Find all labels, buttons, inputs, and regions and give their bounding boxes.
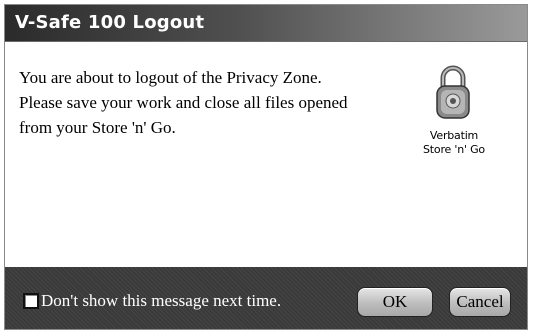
dialog-footer: Don't show this message next time. OK Ca… — [5, 267, 527, 329]
brand-logo: Verbatim Store 'n' Go — [407, 63, 501, 173]
brand-name: Verbatim — [429, 129, 479, 142]
dont-show-checkbox-row[interactable]: Don't show this message next time. — [23, 289, 281, 313]
message-line-3: from your Store 'n' Go. — [19, 118, 176, 137]
dont-show-checkbox[interactable] — [23, 293, 39, 309]
window-title: V-Safe 100 Logout — [15, 12, 205, 33]
title-bar[interactable]: V-Safe 100 Logout — [5, 5, 527, 42]
cancel-button[interactable]: Cancel — [449, 287, 511, 317]
ok-button[interactable]: OK — [357, 287, 433, 317]
message-text: You are about to logout of the Privacy Z… — [19, 65, 399, 140]
padlock-icon — [436, 65, 470, 119]
message-line-2: Please save your work and close all file… — [19, 93, 348, 112]
logout-dialog: V-Safe 100 Logout You are about to logou… — [4, 4, 528, 330]
brand-product: Store 'n' Go — [423, 143, 485, 156]
dont-show-label[interactable]: Don't show this message next time. — [41, 291, 281, 311]
message-line-1: You are about to logout of the Privacy Z… — [19, 68, 322, 87]
